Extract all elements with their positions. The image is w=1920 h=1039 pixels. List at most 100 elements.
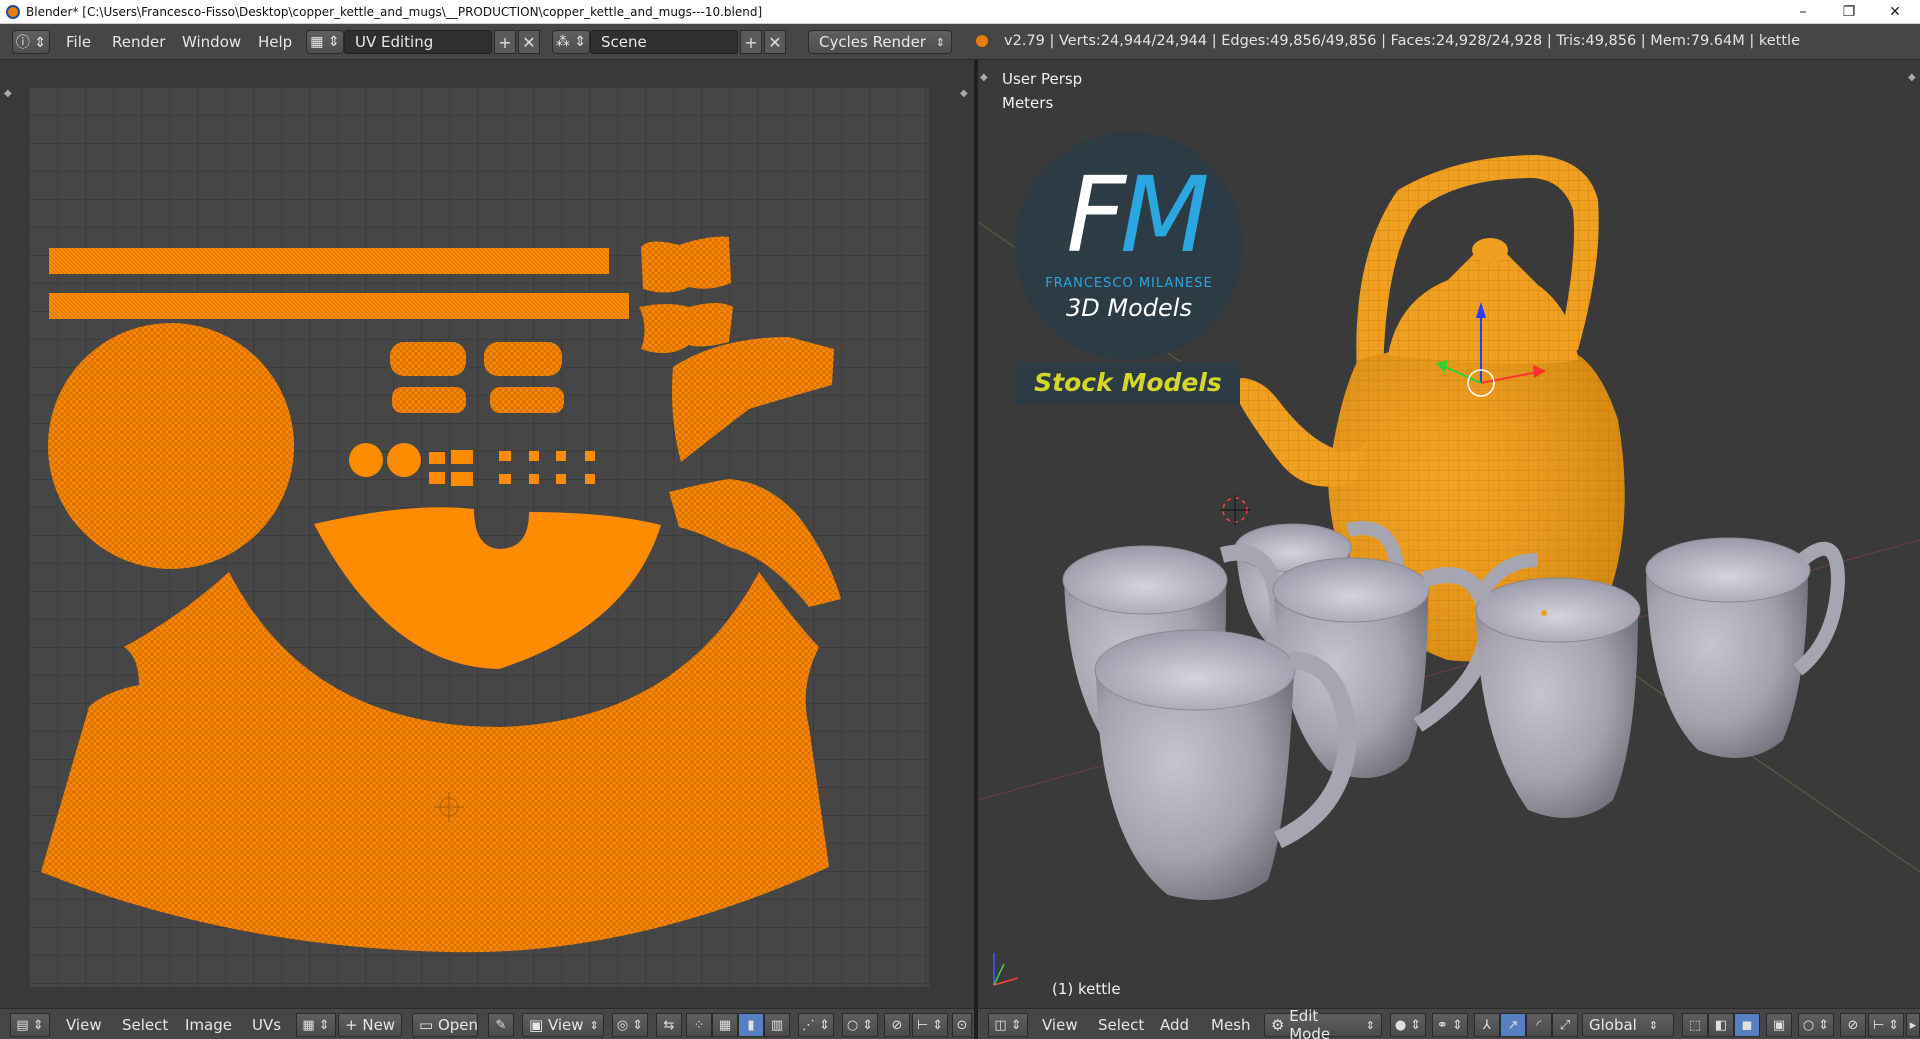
kettle-knob[interactable] (1472, 238, 1508, 262)
3d-cursor (1220, 495, 1250, 525)
info-header: ⓘ ⇕ File Render Window Help ▦ ⇕ UV Editi… (0, 24, 1920, 60)
uv-image-editor[interactable]: ◆ ◆ (0, 60, 974, 1008)
uv-menu-uvs[interactable]: UVs (252, 1016, 281, 1034)
interaction-mode-dropdown[interactable]: ⚙ Edit Mode ⇕ (1264, 1007, 1382, 1039)
mug-right-center[interactable] (1471, 553, 1641, 818)
vertex-select-icon[interactable]: ⬚ (1682, 1013, 1708, 1037)
maximize-button[interactable]: ❐ (1826, 0, 1872, 24)
select-vertex-icon[interactable]: ⁘ (686, 1013, 712, 1037)
occlude-geometry-icon[interactable]: ▣ (1766, 1013, 1792, 1037)
active-object-label: (1) kettle (1052, 980, 1121, 998)
proportional-edit-3d-icon[interactable]: ○ ⇕ (1798, 1013, 1834, 1037)
pivot-icon[interactable]: ◎ ⇕ (612, 1013, 648, 1037)
uv-island-top-right-1[interactable] (641, 236, 731, 293)
uv-island-pad-4[interactable] (490, 387, 564, 413)
mug-front-left[interactable] (1094, 629, 1358, 900)
overflow-3d-icon[interactable]: ▸ (1906, 1013, 1920, 1037)
uv-menu-image[interactable]: Image (185, 1016, 232, 1034)
uv-grid-canvas[interactable] (29, 87, 929, 987)
add-scene-icon[interactable]: + (740, 30, 762, 54)
info-icon: ⓘ ⇕ (15, 35, 47, 51)
render-engine-dropdown[interactable]: Cycles Render ⇕ (808, 30, 952, 54)
add-screen-icon[interactable]: + (494, 30, 516, 54)
blender-logo-icon (6, 4, 20, 19)
view-mode-dropdown[interactable]: ▣ View ⇕ (522, 1013, 604, 1037)
uv-island-strip-1[interactable] (49, 248, 609, 274)
layout-grid-icon: ▦ ⇕ (310, 34, 340, 50)
screen-layout-field[interactable]: UV Editing (344, 30, 492, 54)
viewport-shading-icon[interactable]: ● ⇕ (1390, 1013, 1426, 1037)
uv-editor-header: ▤ ⇕ View Select Image UVs ▦ ⇕ + New ▭ Op… (0, 1008, 974, 1039)
uv-island-strip-2[interactable] (49, 293, 629, 319)
editor-type-3d-button[interactable]: ◫ ⇕ (988, 1013, 1028, 1037)
rotate-manipulator-icon[interactable]: ◜ (1526, 1013, 1552, 1037)
3d-view-header: ◫ ⇕ View Select Add Mesh ⚙ Edit Mode ⇕ ● … (978, 1007, 1920, 1039)
pin-image-icon[interactable]: ✎ (488, 1013, 514, 1037)
proportional-editing-icon[interactable]: ○ ⇕ (842, 1013, 878, 1037)
uv-menu-select[interactable]: Select (122, 1016, 168, 1034)
dropdown-arrows-icon: ⇕ (935, 35, 945, 49)
menu-window[interactable]: Window (182, 33, 241, 51)
new-image-label: New (362, 1016, 396, 1034)
scene-field[interactable]: Scene (590, 30, 738, 54)
3d-menu-select[interactable]: Select (1098, 1016, 1144, 1034)
snap-toggle-icon[interactable]: ⊘ (884, 1013, 910, 1037)
menu-help[interactable]: Help (258, 33, 292, 51)
region-plus-icon[interactable]: ◆ (4, 88, 12, 99)
transform-orientation-dropdown[interactable]: Global ⇕ (1582, 1013, 1674, 1037)
uv-island-pad-3[interactable] (392, 387, 466, 413)
scale-manipulator-icon[interactable]: ⤢ (1552, 1013, 1578, 1037)
logo-author-name: FRANCESCO MILANESE (1045, 276, 1213, 291)
face-select-icon[interactable]: ◼ (1734, 1013, 1760, 1037)
editor-type-info-button[interactable]: ⓘ ⇕ (12, 30, 50, 54)
select-face-icon[interactable]: ▮ (738, 1013, 764, 1037)
translate-manipulator-icon[interactable]: ↗ (1500, 1013, 1526, 1037)
image-browse-button[interactable]: ▦ ⇕ (296, 1013, 336, 1037)
view-mode-label: View (547, 1016, 584, 1034)
window-title: Blender* [C:\Users\Francesco-Fisso\Deskt… (26, 4, 763, 19)
mug-far-right[interactable] (1645, 537, 1846, 758)
uv-island-top-right-2[interactable] (639, 303, 733, 354)
uv-island-pad-2[interactable] (484, 342, 562, 376)
screen-layout-menu-button[interactable]: ▦ ⇕ (306, 30, 344, 54)
scene-menu-button[interactable]: ⁂ ⇕ (552, 30, 590, 54)
fm-logo-lettering: FM (1066, 154, 1210, 276)
snap-3d-icon[interactable]: ⊘ (1840, 1013, 1866, 1037)
kettle-lid[interactable] (1388, 250, 1578, 364)
uv-island-circle[interactable] (48, 323, 294, 569)
minimize-button[interactable]: – (1780, 0, 1826, 24)
sticky-selection-icon[interactable]: ⋰ ⇕ (798, 1013, 834, 1037)
uv-island-lid[interactable] (314, 507, 661, 669)
overflow-icon[interactable]: ⊙ (952, 1013, 972, 1037)
new-image-button[interactable]: + New (338, 1013, 402, 1037)
menu-render[interactable]: Render (112, 33, 165, 51)
region-plus-icon-right[interactable]: ◆ (960, 88, 968, 99)
select-island-icon[interactable]: ▥ (764, 1013, 790, 1037)
menu-file[interactable]: File (66, 33, 91, 51)
manipulator-toggle-icon[interactable]: ⅄ (1474, 1013, 1500, 1037)
uv-island-spout-1[interactable] (672, 337, 834, 462)
uv-island-pad-1[interactable] (390, 342, 466, 376)
scene-icon: ⁂ ⇕ (555, 34, 587, 50)
editor-type-image-button[interactable]: ▤ ⇕ (10, 1013, 50, 1037)
dropdown-arrows-icon: ⇕ (1648, 1018, 1659, 1032)
edge-select-icon[interactable]: ◧ (1708, 1013, 1734, 1037)
scene-statistics: v2.79 | Verts:24,944/24,944 | Edges:49,8… (1004, 33, 1800, 49)
delete-scene-icon[interactable]: ✕ (764, 30, 786, 54)
sync-selection-icon[interactable]: ⇆ (656, 1013, 682, 1037)
view-mode-icon: ▣ (529, 1016, 548, 1034)
3d-menu-mesh[interactable]: Mesh (1211, 1016, 1251, 1034)
snap-element-icon[interactable]: ⊢ ⇕ (912, 1013, 948, 1037)
open-image-label: Open (437, 1016, 479, 1034)
3d-menu-view[interactable]: View (1042, 1016, 1078, 1034)
snap-target-icon[interactable]: ⊢ ⇕ (1868, 1013, 1904, 1037)
pivot-point-icon[interactable]: ⚭ ⇕ (1432, 1013, 1468, 1037)
uv-island-dot-1[interactable] (349, 443, 383, 477)
close-button[interactable]: ✕ (1872, 0, 1918, 24)
uv-menu-view[interactable]: View (66, 1016, 102, 1034)
open-image-button[interactable]: ▭ Open (412, 1013, 478, 1037)
select-edge-icon[interactable]: ▦ (712, 1013, 738, 1037)
3d-menu-add[interactable]: Add (1160, 1016, 1189, 1034)
uv-island-dot-2[interactable] (387, 443, 421, 477)
delete-screen-icon[interactable]: ✕ (518, 30, 540, 54)
